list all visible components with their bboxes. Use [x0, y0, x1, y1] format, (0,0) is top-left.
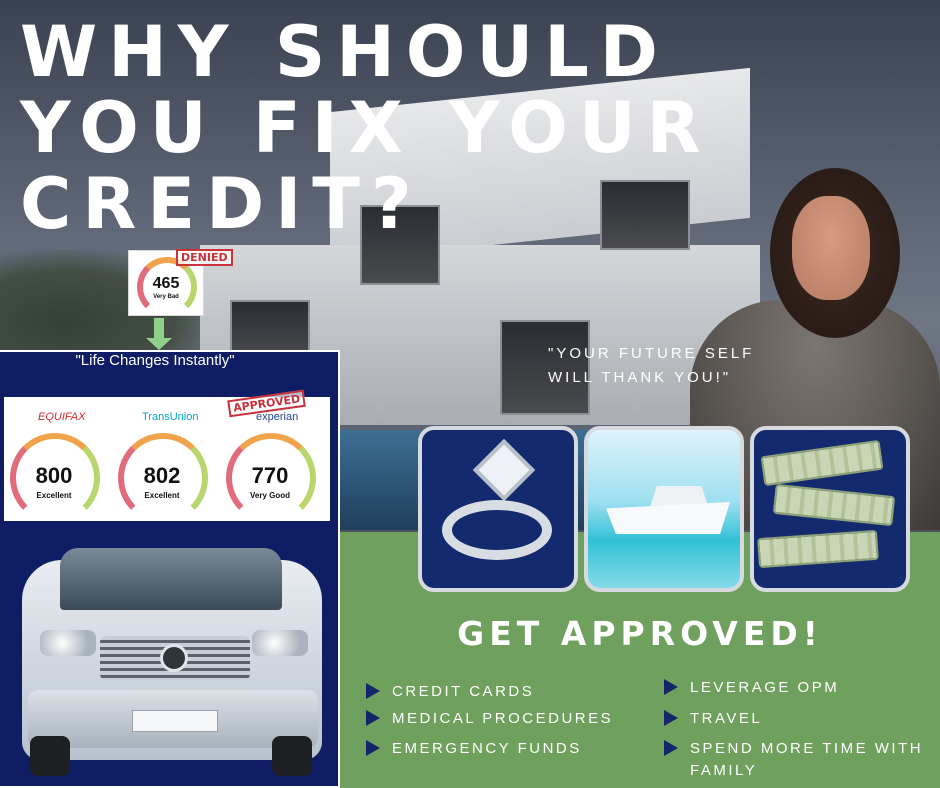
bureau-score: 770 — [251, 463, 289, 488]
suv-headlight — [252, 630, 308, 656]
chevron-right-icon — [664, 679, 678, 695]
benefit-label: SPEND MORE TIME WITH — [690, 740, 924, 757]
chevron-right-icon — [366, 683, 380, 699]
benefit-item: MEDICAL PROCEDURES — [366, 708, 614, 730]
credit-bureau-scores: EQUIFAX 800 Excellent TransUnion 802 Exc… — [4, 389, 330, 523]
get-approved-heading: GET APPROVED! — [457, 614, 823, 653]
bureau-score: 800 — [35, 463, 73, 488]
bureau-name: EQUIFAX — [38, 411, 86, 423]
suv-tire — [272, 736, 312, 776]
quote-line: "YOUR FUTURE SELF — [548, 345, 755, 362]
quote-line: WILL THANK YOU!" — [548, 369, 732, 386]
yacht-icon — [606, 502, 730, 534]
diamond-ring-icon — [442, 500, 552, 560]
suv-headlight — [40, 630, 96, 656]
chevron-right-icon — [366, 740, 380, 756]
diamond-ring-tile — [418, 426, 578, 592]
headline: WHY SHOULD YOU FIX YOUR CREDIT? — [20, 14, 740, 242]
benefit-label: LEVERAGE OPM — [690, 679, 840, 696]
headline-line: CREDIT? — [20, 163, 423, 245]
cash-stack-icon — [772, 483, 896, 527]
cash-stack-icon — [760, 439, 884, 487]
benefit-label: FAMILY — [690, 762, 758, 779]
bureau-rating: Excellent — [144, 491, 180, 500]
bureau-score: 802 — [143, 463, 181, 488]
benefit-item: SPEND MORE TIME WITH FAMILY — [664, 738, 924, 782]
headline-line: YOU FIX YOUR — [20, 87, 712, 169]
down-arrow-icon — [154, 318, 164, 340]
bureau-name: TransUnion — [142, 411, 199, 423]
life-changes-quote: "Life Changes Instantly" — [75, 352, 235, 369]
bureau-rating: Excellent — [36, 491, 72, 500]
suv-tire — [30, 736, 70, 776]
headline-line: WHY SHOULD — [20, 11, 669, 93]
car-logo-icon — [160, 644, 188, 672]
woman-photo-face — [792, 196, 870, 300]
denied-score-value: 465 — [152, 275, 180, 292]
diamond-icon — [472, 438, 536, 502]
cash-stack-icon — [757, 529, 879, 569]
chevron-right-icon — [664, 740, 678, 756]
bureau-name: experian — [256, 411, 299, 423]
denied-stamp: DENIED — [176, 249, 233, 266]
benefit-item: EMERGENCY FUNDS — [366, 738, 582, 760]
bureau-rating: Very Good — [249, 491, 290, 500]
down-arrow-icon — [146, 338, 172, 350]
denied-score-rating: Very Bad — [153, 294, 179, 300]
future-self-quote: "YOUR FUTURE SELF WILL THANK YOU!" — [548, 342, 768, 390]
cash-stacks-tile — [750, 426, 910, 592]
benefit-item: TRAVEL — [664, 708, 763, 730]
yacht-deck — [650, 486, 708, 506]
benefit-label: MEDICAL PROCEDURES — [392, 710, 614, 727]
benefit-label: TRAVEL — [690, 710, 763, 727]
chevron-right-icon — [664, 710, 678, 726]
benefit-item: CREDIT CARDS — [366, 681, 535, 703]
benefit-label: CREDIT CARDS — [392, 683, 535, 700]
yacht-tile — [584, 426, 744, 592]
chevron-right-icon — [366, 710, 380, 726]
benefit-label: EMERGENCY FUNDS — [392, 740, 582, 757]
suv-windshield — [60, 548, 282, 610]
license-plate — [132, 710, 218, 732]
flyer-canvas: WHY SHOULD YOU FIX YOUR CREDIT? 465 Very… — [0, 0, 940, 788]
benefit-item: LEVERAGE OPM — [664, 677, 840, 699]
